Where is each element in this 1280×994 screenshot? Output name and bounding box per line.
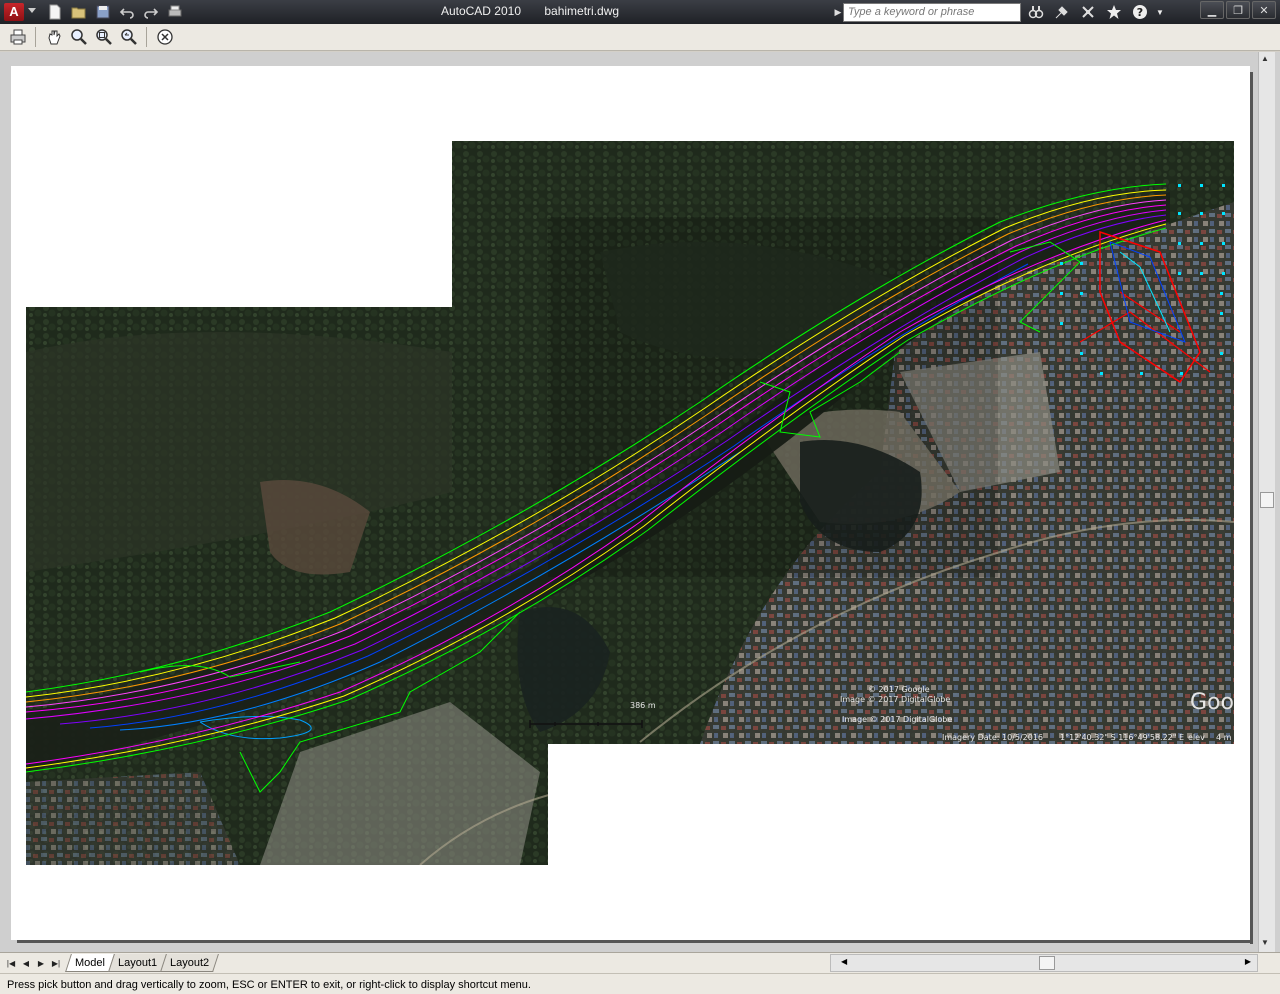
elevation-label: elev <box>1188 733 1205 742</box>
infocenter-toolbar: ? ▼ <box>1024 2 1166 22</box>
toolbar-separator <box>35 27 36 47</box>
vertical-scrollbar[interactable]: ▲ ▼ <box>1258 52 1275 952</box>
coordinates: 1°12'40.32" S 116°49'58.22" E <box>1060 733 1184 742</box>
tab-navigation: |◀ ◀ ▶ ▶| <box>4 956 63 970</box>
subscription-icon <box>1082 6 1094 18</box>
scroll-thumb[interactable] <box>1260 492 1274 508</box>
first-tab-icon[interactable]: |◀ <box>4 956 18 970</box>
minimize-icon: ▁ <box>1207 4 1217 17</box>
copyright-digitalglobe: Image © 2017 DigitalGlobe <box>840 695 950 704</box>
redo-button[interactable] <box>140 2 162 22</box>
zoom-realtime-button[interactable] <box>67 26 90 49</box>
help-button[interactable]: ? <box>1128 2 1152 22</box>
communication-center-button[interactable] <box>1050 2 1074 22</box>
toolbar-separator <box>146 27 147 47</box>
search-input[interactable] <box>843 2 1021 22</box>
preview-toolbar <box>0 24 1280 51</box>
plot-preview-button[interactable] <box>6 26 29 49</box>
zoom-previous-icon <box>120 29 137 45</box>
help-dropdown[interactable]: ▼ <box>1154 2 1166 22</box>
google-logo: Goo <box>1190 690 1234 715</box>
scroll-down-icon[interactable]: ▼ <box>1261 938 1269 947</box>
drawing-area[interactable]: 386 m © 2017 Google Image © 2017 Digital… <box>0 52 1280 952</box>
tab-layout2[interactable]: Layout2 <box>160 954 220 972</box>
search-button[interactable] <box>1024 2 1048 22</box>
close-icon: ✕ <box>1259 4 1269 17</box>
new-icon <box>49 4 61 20</box>
restore-icon: ❐ <box>1233 4 1243 17</box>
quick-access-toolbar <box>44 2 186 22</box>
open-button[interactable] <box>68 2 90 22</box>
zoom-window-icon <box>95 29 112 45</box>
tab-model[interactable]: Model <box>65 954 115 972</box>
scroll-left-icon[interactable]: ◀ <box>841 957 847 966</box>
next-tab-icon[interactable]: ▶ <box>34 956 48 970</box>
imagery-date: Imagery Date: 10/5/2016 <box>942 733 1043 742</box>
svg-text:?: ? <box>1137 6 1143 19</box>
copyright-digitalglobe-2: Image © 2017 DigitalGlobe <box>842 715 952 724</box>
map-drawing[interactable]: 386 m © 2017 Google Image © 2017 Digital… <box>0 52 1258 952</box>
copyright-google: © 2017 Google <box>868 685 930 694</box>
favorites-icon <box>1107 5 1121 19</box>
last-tab-icon[interactable]: ▶| <box>49 956 63 970</box>
horizontal-scrollbar[interactable]: ◀ ▶ <box>830 954 1258 972</box>
redo-icon <box>144 8 159 19</box>
open-icon <box>71 7 86 19</box>
title-bar: A AutoCAD 2010 bahimetri.dwg ▶ Type a ke… <box>0 0 1280 24</box>
pan-button[interactable] <box>42 26 65 49</box>
zoom-icon <box>70 29 87 45</box>
help-icon: ? <box>1133 5 1147 19</box>
file-name: bahimetri.dwg <box>544 4 620 18</box>
save-button[interactable] <box>92 2 114 22</box>
close-preview-icon <box>156 29 173 45</box>
scroll-up-icon[interactable]: ▲ <box>1261 54 1269 63</box>
chevron-right-icon[interactable]: ▶ <box>833 2 843 22</box>
favorites-button[interactable] <box>1102 2 1126 22</box>
autocad-logo-icon: A <box>4 3 24 21</box>
communication-center-icon <box>1055 6 1068 19</box>
close-button[interactable]: ✕ <box>1252 1 1276 19</box>
new-button[interactable] <box>44 2 66 22</box>
elevation-value: 4 m <box>1216 733 1232 742</box>
scroll-thumb[interactable] <box>1039 956 1055 970</box>
zoom-previous-button[interactable] <box>117 26 140 49</box>
minimize-button[interactable]: ▁ <box>1200 1 1224 19</box>
layout-tab-bar: |◀ ◀ ▶ ▶| Model Layout1 Layout2 ◀ ▶ <box>0 952 1280 973</box>
undo-icon <box>119 8 134 19</box>
save-icon <box>96 5 110 19</box>
scale-label: 386 m <box>630 701 656 710</box>
window-controls: ▁ ❐ ✕ <box>1200 1 1276 19</box>
subscription-center-button[interactable] <box>1076 2 1100 22</box>
restore-button[interactable]: ❐ <box>1226 1 1250 19</box>
autocad-window: A AutoCAD 2010 bahimetri.dwg ▶ Type a ke… <box>0 0 1280 994</box>
close-preview-button[interactable] <box>153 26 176 49</box>
binoculars-icon <box>1028 6 1044 19</box>
plot-icon <box>168 5 182 17</box>
layout-tabs: Model Layout1 Layout2 <box>65 954 220 972</box>
status-bar: Press pick button and drag vertically to… <box>0 973 1280 994</box>
plot-button[interactable] <box>164 2 186 22</box>
infocenter-search: ▶ <box>833 2 1021 22</box>
undo-button[interactable] <box>116 2 138 22</box>
window-title: AutoCAD 2010 bahimetri.dwg <box>380 4 680 18</box>
scroll-right-icon[interactable]: ▶ <box>1245 957 1251 966</box>
pan-icon <box>47 30 61 45</box>
plot-icon <box>10 29 25 45</box>
chevron-down-icon <box>28 8 36 13</box>
satellite-image <box>26 141 1234 865</box>
previous-tab-icon[interactable]: ◀ <box>19 956 33 970</box>
zoom-window-button[interactable] <box>92 26 115 49</box>
tab-layout1[interactable]: Layout1 <box>108 954 168 972</box>
app-name: AutoCAD 2010 <box>440 4 521 18</box>
status-message: Press pick button and drag vertically to… <box>7 979 531 991</box>
application-menu-button[interactable]: A <box>2 2 38 22</box>
